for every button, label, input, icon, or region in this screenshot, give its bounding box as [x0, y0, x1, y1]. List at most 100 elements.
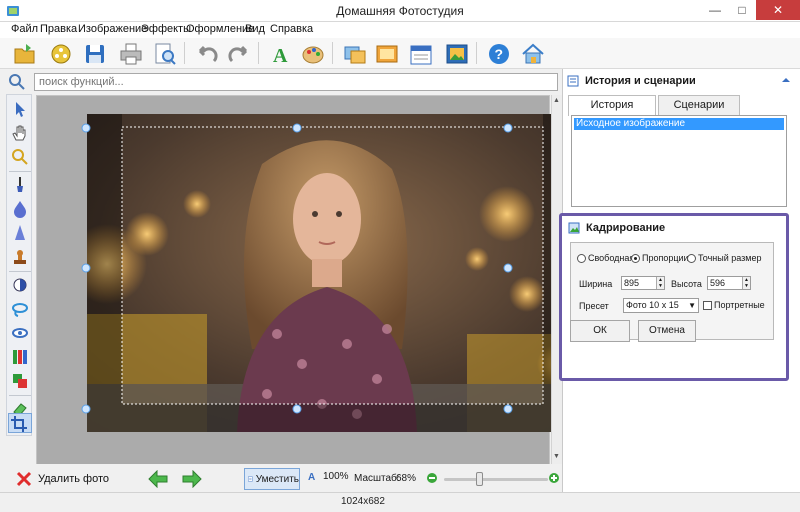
collage-icon[interactable]: [444, 41, 470, 67]
svg-text:A: A: [273, 45, 288, 67]
contrast-icon[interactable]: [10, 275, 30, 295]
history-list[interactable]: Исходное изображение: [571, 115, 787, 207]
next-arrow-icon[interactable]: [182, 470, 202, 488]
menu-bar: Файл Правка Изображение Эффекты Оформлен…: [0, 22, 800, 38]
search-icon: [9, 74, 25, 90]
right-panel: История и сценарии История действий Сцен…: [559, 69, 800, 492]
history-icon: [567, 75, 579, 87]
calendar-icon[interactable]: [408, 41, 434, 67]
delete-icon: [16, 471, 32, 487]
menu-help[interactable]: Справка: [270, 23, 313, 35]
portrait-checkbox[interactable]: Портретные: [703, 300, 765, 310]
scale-label: Масштаб:: [354, 473, 400, 484]
menu-file[interactable]: Файл: [11, 23, 38, 35]
maximize-button[interactable]: □: [729, 0, 755, 20]
preset-select[interactable]: Фото 10 х 15 ▼: [623, 298, 699, 313]
undo-icon[interactable]: [194, 41, 220, 67]
hand-icon[interactable]: [10, 123, 30, 143]
pointer-icon[interactable]: [10, 99, 30, 119]
preview-icon[interactable]: [152, 41, 178, 67]
ok-button[interactable]: ОК: [570, 320, 630, 342]
zoom-100-label: 100%: [323, 470, 349, 482]
crop-handles[interactable]: [37, 96, 551, 466]
history-title: История и сценарии: [585, 75, 696, 87]
svg-text:?: ?: [495, 46, 504, 62]
width-input[interactable]: 895 ▲ ▼: [621, 276, 665, 290]
radio-proportions-dot[interactable]: [631, 253, 640, 263]
levels-icon[interactable]: [10, 347, 30, 367]
window-title: Домашняя Фотостудия: [336, 4, 464, 18]
search-row: [0, 70, 562, 94]
scale-value: 68%: [396, 473, 417, 484]
height-label: Высота: [671, 279, 702, 289]
radio-proportions-label: Пропорции: [642, 253, 689, 263]
text-icon[interactable]: A: [268, 41, 294, 67]
menu-image[interactable]: Изображение: [78, 23, 147, 35]
radio-exact-size[interactable]: Точный размер: [687, 253, 762, 263]
crop-panel: Кадрирование Свободная Пропорции Точный …: [559, 213, 789, 381]
redo-icon[interactable]: [226, 41, 252, 67]
portrait-label: Портретные: [714, 300, 765, 310]
fit-icon: [248, 476, 253, 482]
height-value: 596: [710, 278, 726, 288]
radio-free[interactable]: Свободная: [577, 253, 634, 263]
delete-photo-button[interactable]: Удалить фото: [16, 470, 109, 488]
fit-button[interactable]: Уместить: [244, 468, 300, 490]
print-icon[interactable]: [118, 41, 144, 67]
minimize-button[interactable]: —: [702, 0, 728, 20]
replace-color-icon[interactable]: [10, 371, 30, 391]
left-toolbox: [6, 94, 32, 436]
zoom-in-icon[interactable]: [548, 472, 560, 484]
image-layers-icon[interactable]: [342, 41, 368, 67]
width-spinner[interactable]: ▲ ▼: [656, 277, 664, 289]
toolbar: A ?: [0, 38, 800, 69]
menu-edit[interactable]: Правка: [40, 23, 77, 35]
tab-history[interactable]: История действий: [568, 95, 656, 129]
history-header: История и сценарии: [567, 75, 696, 87]
crop-image-icon: [568, 222, 580, 234]
tab-scenarios[interactable]: Сценарии: [658, 95, 740, 115]
sharpen-icon[interactable]: [10, 223, 30, 243]
brush-icon[interactable]: [10, 175, 30, 195]
open-folder-icon[interactable]: [12, 41, 38, 67]
crop-title: Кадрирование: [586, 222, 666, 234]
menu-view[interactable]: Вид: [245, 23, 265, 35]
canvas-area[interactable]: [36, 95, 587, 466]
radio-exact-size-dot[interactable]: [687, 253, 696, 263]
film-reel-icon[interactable]: [48, 41, 74, 67]
zoom-100-button[interactable]: A 100%: [308, 470, 349, 483]
lasso-icon[interactable]: [10, 299, 30, 319]
close-button[interactable]: ✕: [756, 0, 800, 20]
cancel-button[interactable]: Отмена: [638, 320, 696, 342]
delete-photo-label: Удалить фото: [38, 473, 110, 485]
eye-icon[interactable]: [10, 323, 30, 343]
status-bar: 1024x682: [0, 492, 800, 512]
width-value: 895: [624, 278, 640, 288]
menu-effects[interactable]: Эффекты: [141, 23, 191, 35]
frame-icon[interactable]: [374, 41, 400, 67]
preset-value: Фото 10 х 15: [626, 300, 679, 310]
portrait-checkbox-box[interactable]: [703, 300, 712, 310]
history-item[interactable]: Исходное изображение: [574, 118, 784, 130]
zoom-slider-thumb[interactable]: [475, 472, 483, 486]
stamp-icon[interactable]: [10, 247, 30, 267]
palette-icon[interactable]: [300, 41, 326, 67]
radio-proportions[interactable]: Пропорции: [631, 253, 689, 263]
collapse-panel-icon[interactable]: [781, 75, 791, 85]
height-spinner[interactable]: ▲ ▼: [742, 277, 750, 289]
radio-free-dot[interactable]: [577, 253, 586, 263]
zoom-icon[interactable]: [10, 147, 30, 167]
blur-drop-icon[interactable]: [10, 199, 30, 219]
zoom-slider-track[interactable]: [444, 478, 548, 481]
prev-arrow-icon[interactable]: [148, 470, 168, 488]
help-icon[interactable]: ?: [486, 41, 512, 67]
crop-tool-icon[interactable]: [8, 413, 32, 433]
height-input[interactable]: 596 ▲ ▼: [707, 276, 751, 290]
width-label: Ширина: [579, 279, 613, 289]
home-icon[interactable]: [520, 41, 546, 67]
zoom-out-icon[interactable]: [426, 472, 438, 484]
save-icon[interactable]: [82, 41, 108, 67]
fit-label: Уместить: [255, 473, 299, 485]
search-input[interactable]: [34, 73, 558, 91]
bottom-bar: Удалить фото Уместить A 100% Масштаб: 68…: [0, 464, 562, 492]
